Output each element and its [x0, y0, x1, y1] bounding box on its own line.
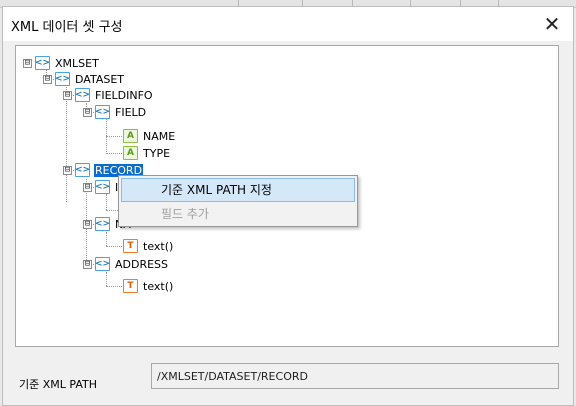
tree-node-label: text(): [143, 279, 174, 293]
tree-node-name-text[interactable]: T text(): [123, 238, 174, 254]
element-icon: <>: [94, 105, 111, 119]
context-menu: 기준 XML PATH 지정 필드 추가: [118, 175, 358, 227]
xml-dataset-dialog: XML 데이터 셋 구성 ✕ ⊟ <> XMLSET ⊟ <> DATASET …: [2, 6, 574, 406]
dialog-title: XML 데이터 셋 구성: [11, 20, 123, 35]
element-icon: <>: [34, 56, 51, 70]
close-button[interactable]: ✕: [537, 10, 567, 38]
attribute-icon: A: [123, 129, 138, 143]
tree-node-label: DATASET: [75, 72, 124, 86]
tree-node-field[interactable]: ⊟ <> FIELD: [83, 104, 147, 120]
title-bar: XML 데이터 셋 구성 ✕: [3, 7, 573, 41]
tree-node-address[interactable]: ⊟ <> ADDRESS: [83, 256, 169, 272]
base-xml-path-field: /XMLSET/DATASET/RECORD: [151, 363, 559, 389]
tree-node-label: XMLSET: [55, 56, 99, 70]
collapse-toggle[interactable]: ⊟: [83, 259, 92, 269]
tree-node-label: text(): [143, 239, 174, 253]
element-icon: <>: [94, 217, 111, 231]
tree-node-label: FIELD: [115, 105, 147, 119]
element-icon: <>: [74, 163, 91, 177]
attribute-icon: A: [123, 146, 138, 160]
tree-node-label: TYPE: [143, 146, 171, 160]
collapse-toggle[interactable]: ⊟: [83, 182, 92, 192]
collapse-toggle[interactable]: ⊟: [83, 107, 92, 117]
tree-node-dataset[interactable]: ⊟ <> DATASET: [43, 71, 125, 87]
collapse-toggle[interactable]: ⊟: [43, 74, 52, 84]
element-icon: <>: [94, 180, 111, 194]
collapse-toggle[interactable]: ⊟: [63, 165, 72, 175]
tree-node-type-attr[interactable]: A TYPE: [123, 145, 171, 161]
element-icon: <>: [54, 72, 71, 86]
collapse-toggle[interactable]: ⊟: [23, 58, 32, 68]
tree-node-label: FIELDINFO: [95, 88, 153, 102]
collapse-toggle[interactable]: ⊟: [83, 219, 92, 229]
menu-item-set-base-xml-path[interactable]: 기준 XML PATH 지정: [121, 178, 355, 202]
collapse-toggle[interactable]: ⊟: [63, 90, 72, 100]
tree-node-label: NAME: [143, 129, 176, 143]
element-icon: <>: [94, 257, 111, 271]
text-icon: T: [123, 279, 138, 293]
tree-node-address-text[interactable]: T text(): [123, 278, 174, 294]
base-xml-path-label: 기준 XML PATH: [19, 378, 97, 391]
tree-node-fieldinfo[interactable]: ⊟ <> FIELDINFO: [63, 87, 154, 103]
text-icon: T: [123, 239, 138, 253]
element-icon: <>: [74, 88, 91, 102]
menu-item-add-field: 필드 추가: [161, 207, 209, 221]
tree-node-xmlset[interactable]: ⊟ <> XMLSET: [23, 55, 100, 71]
tree-node-label: ADDRESS: [115, 257, 169, 271]
tree-node-name-attr[interactable]: A NAME: [123, 128, 176, 144]
